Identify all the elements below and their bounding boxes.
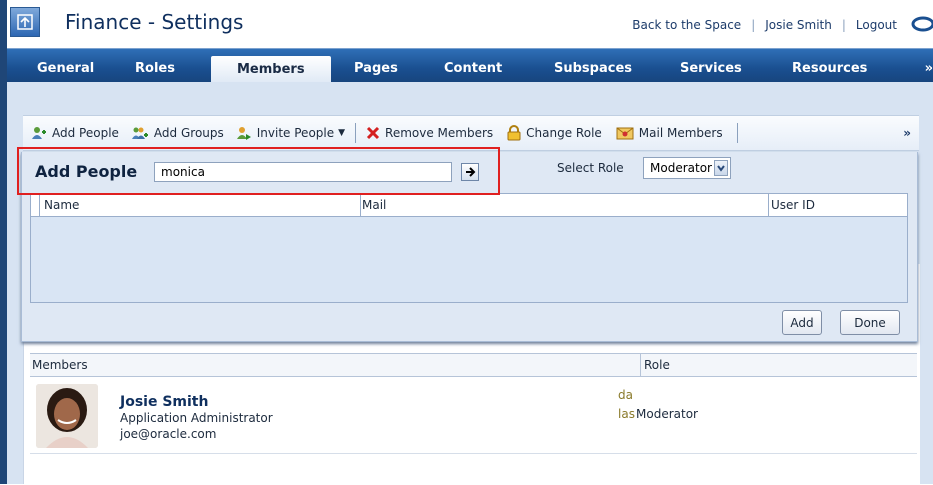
toolbar-divider [736,123,738,143]
remove-members-button[interactable]: Remove Members [366,126,493,140]
member-name[interactable]: Josie Smith [120,394,208,410]
column-header-name[interactable]: Name [44,198,79,212]
lock-icon [507,125,521,141]
remove-members-label: Remove Members [385,126,494,140]
link-separator: | [751,18,756,32]
member-last-label: las [618,407,635,421]
back-to-space-link[interactable]: Back to the Space [632,18,741,32]
column-divider [360,194,361,216]
column-divider [39,194,40,216]
done-button[interactable]: Done [840,310,900,335]
logout-link[interactable]: Logout [856,18,897,32]
tab-members[interactable]: Members [211,56,331,83]
invite-people-label: Invite People [256,126,335,140]
tabs-overflow-icon[interactable]: » [925,61,933,76]
members-header: Members Role [30,354,917,377]
change-role-label: Change Role [526,126,602,140]
role-select-value: Moderator [650,161,712,175]
global-links: Back to the Space | Josie Smith | Logout [632,18,897,32]
select-role-label: Select Role [557,161,624,175]
mail-icon [616,127,634,140]
tab-roles[interactable]: Roles [135,61,175,76]
remove-icon [366,126,380,140]
member-date-label: date [618,388,632,402]
results-header: Name Mail User ID [31,194,907,217]
column-header-members[interactable]: Members [32,358,88,372]
member-role[interactable]: Moderator [636,407,698,421]
tab-subspaces[interactable]: Subspaces [554,61,632,76]
column-header-role[interactable]: Role [644,358,670,372]
search-results-table: Name Mail User ID [30,193,908,303]
add-button[interactable]: Add [782,310,822,335]
tab-content[interactable]: Content [444,61,502,76]
invite-people-button[interactable]: Invite People ▼ [236,125,345,141]
tab-general[interactable]: General [37,61,94,76]
member-title: Application Administrator [120,411,273,425]
change-role-button[interactable]: Change Role [507,125,602,141]
role-select[interactable]: Moderator [643,157,731,179]
toolbar-overflow-icon[interactable]: » [903,126,911,140]
oracle-logo-icon [911,16,933,32]
highlight-box [17,147,500,195]
add-groups-button[interactable]: Add Groups [131,125,224,141]
app-icon [10,7,40,37]
tab-services[interactable]: Services [680,61,742,76]
page-header: Finance - Settings Back to the Space | J… [7,0,933,48]
avatar [36,384,98,448]
members-table: Members Role Josie Smith Application Adm… [30,353,917,485]
tab-resources[interactable]: Resources [792,61,867,76]
dropdown-arrow-icon[interactable] [714,160,728,176]
column-header-mail[interactable]: Mail [362,198,386,212]
link-separator: | [841,18,846,32]
column-divider [640,354,641,376]
add-people-button[interactable]: Add People [31,125,119,141]
add-person-icon [32,127,46,139]
add-people-label: Add People [52,126,119,140]
mail-members-label: Mail Members [638,126,723,140]
members-toolbar: Add People Add Groups Invite People ▼ Re… [23,115,919,151]
member-email: joe@oracle.com [120,427,217,441]
column-divider [768,194,769,216]
column-header-userid[interactable]: User ID [771,198,815,212]
window-left-edge [0,0,7,484]
tab-bar: General Roles Members Pages Content Subs… [7,48,933,83]
member-row[interactable]: Josie Smith Application Administrator jo… [30,378,917,454]
user-name-link[interactable]: Josie Smith [765,18,832,32]
chevron-down-icon: ▼ [338,128,346,138]
toolbar-divider [355,123,357,143]
add-groups-label: Add Groups [153,126,224,140]
mail-members-button[interactable]: Mail Members [616,126,723,140]
page-title: Finance - Settings [65,10,244,34]
invite-person-icon [236,127,251,140]
add-group-icon [131,127,148,139]
tab-pages[interactable]: Pages [354,61,398,76]
